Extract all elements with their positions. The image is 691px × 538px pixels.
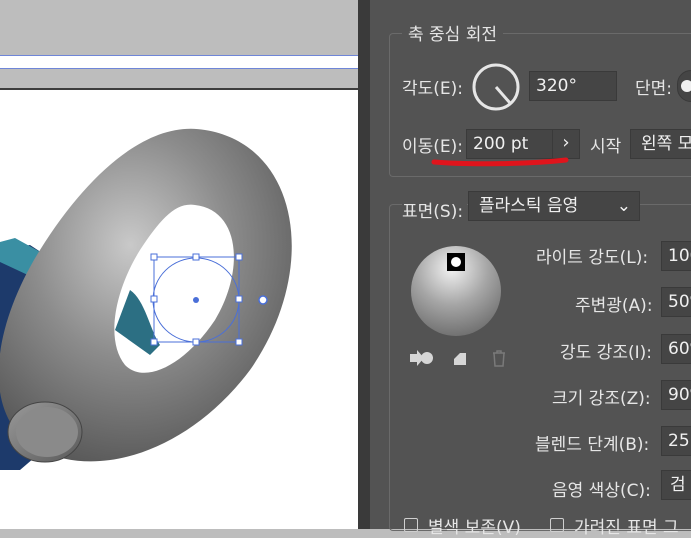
start-dropdown[interactable]: 왼쪽 모 [630, 129, 691, 159]
shading-color-dropdown[interactable]: 검 [661, 470, 691, 500]
angle-input[interactable]: 320° [529, 71, 617, 101]
section-title: 축 중심 회전 [402, 20, 504, 45]
lighting-sphere-icon[interactable] [410, 245, 502, 337]
delete-light-icon[interactable] [490, 348, 508, 368]
light-intensity-input[interactable]: 100 [661, 241, 691, 271]
selection-center-point [193, 297, 199, 303]
new-light-icon[interactable] [452, 349, 470, 367]
highlight-intensity-input[interactable]: 60% [661, 334, 691, 364]
panel-divider[interactable] [358, 0, 370, 529]
preserve-spot-checkbox[interactable] [404, 518, 418, 532]
light-intensity-label: 라이트 강도(L): [536, 248, 649, 268]
hidden-faces-label: 가려진 표면 그 [574, 518, 679, 538]
revolve-options-panel: 축 중심 회전 각도(E): 320° 단면: 이동(E): 200 pt › … [370, 0, 691, 538]
surface-label: 표면(S): [402, 197, 468, 222]
torus-end-cap-inner [16, 407, 78, 457]
start-label: 시작 [590, 137, 622, 157]
rotate-handle[interactable] [258, 295, 268, 305]
preserve-spot-label: 별색 보존(V) [428, 518, 521, 538]
shading-color-label: 음영 색상(C): [552, 481, 651, 501]
artboard-canvas[interactable] [0, 0, 370, 529]
surface-dropdown[interactable]: 플라스틱 음영 ⌄ [468, 191, 640, 221]
red-underline-annotation [431, 157, 569, 167]
hidden-faces-checkbox[interactable] [550, 518, 564, 532]
torus-artwork[interactable] [0, 0, 360, 529]
cap-label: 단면: [635, 79, 673, 99]
chevron-down-icon: ⌄ [616, 196, 631, 216]
highlight-size-label: 크기 강조(Z): [552, 389, 651, 409]
ambient-input[interactable]: 50% [661, 287, 691, 317]
blend-steps-label: 블렌드 단계(B): [535, 435, 650, 455]
blend-steps-input[interactable]: 25 [661, 426, 691, 456]
angle-dial-icon[interactable] [470, 61, 522, 113]
highlight-size-input[interactable]: 90% [661, 380, 691, 410]
surface-dropdown-value: 플라스틱 음영 [479, 196, 579, 216]
move-light-front-icon[interactable] [408, 348, 434, 368]
angle-label: 각도(E): [402, 79, 464, 99]
ambient-label: 주변광(A): [575, 296, 653, 316]
cap-on-icon [681, 80, 691, 92]
highlight-intensity-label: 강도 강조(I): [560, 343, 652, 363]
